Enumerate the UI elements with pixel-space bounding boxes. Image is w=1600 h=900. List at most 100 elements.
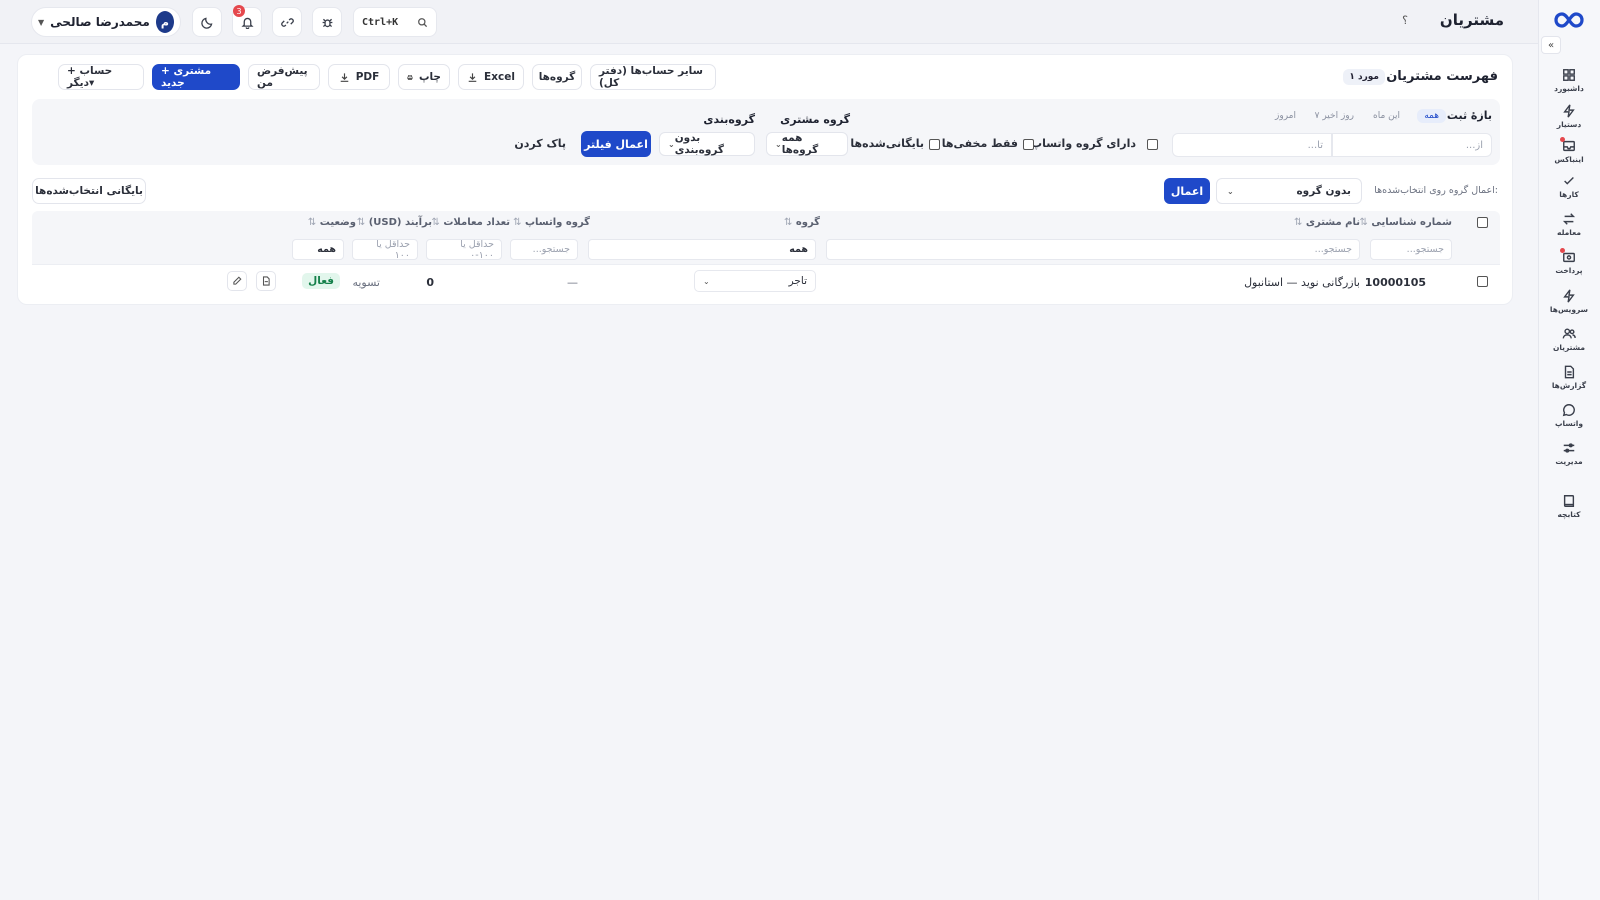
other-account-dropdown[interactable]: + حساب دیگر▾	[58, 64, 144, 90]
debug-button[interactable]	[312, 7, 342, 37]
filter-balance-input[interactable]: حداقل یا ۱۰۰	[352, 239, 418, 261]
users-icon	[1562, 327, 1576, 338]
col-status[interactable]: ⇅ وضعیت	[306, 217, 356, 228]
link-button[interactable]	[272, 7, 302, 37]
row-document-button[interactable]	[256, 271, 276, 291]
other-accounts-button[interactable]: سایر حساب‌ها (دفتر کل)	[590, 64, 716, 90]
topbar: مشتریان ؟ م محمدرضا صالحی ▼ 3 Ctrl+K	[0, 0, 1538, 44]
col-balance[interactable]: ⇅ (USD) برآیند	[355, 217, 432, 228]
other-accounts-label: سایر حساب‌ها (دفتر کل)	[599, 65, 703, 89]
filter-id-input[interactable]: جستجو...	[1370, 239, 1452, 260]
bulk-group-select[interactable]: بدون گروه ⌄	[1216, 178, 1362, 204]
count-badge: ۱ مورد	[1343, 69, 1385, 85]
cell-group-select[interactable]: تاجر ⌄	[694, 270, 816, 292]
archived-checkbox[interactable]	[929, 139, 940, 150]
sidebar-item-management[interactable]: مدیریت	[1538, 436, 1600, 470]
col-status-label: وضعیت	[319, 217, 356, 228]
col-whatsapp[interactable]: ⇅ گروه واتساپ	[511, 217, 590, 228]
sidebar-item-reports[interactable]: گزارش‌ها	[1538, 360, 1600, 394]
sidebar-item-inbox[interactable]: اینباکس	[1538, 134, 1600, 168]
sidebar-item-services[interactable]: سرویس‌ها	[1538, 284, 1600, 318]
range-today[interactable]: امروز	[1275, 111, 1296, 121]
chevron-down-icon: ⌄	[703, 276, 710, 286]
sidebar-item-tasks[interactable]: کارها	[1538, 169, 1600, 203]
filter-group-select[interactable]: همه	[588, 239, 816, 260]
has-whatsapp-checkbox[interactable]	[1147, 139, 1158, 150]
clear-filter-button[interactable]: پاک کردن	[514, 137, 566, 150]
status-badge: فعال	[302, 273, 340, 289]
collapse-icon: «	[1547, 39, 1555, 51]
apply-filter-button[interactable]: اعمال فیلتر	[581, 131, 651, 157]
sidebar-item-deal[interactable]: معامله	[1538, 207, 1600, 241]
bulk-group-value: بدون گروه	[1296, 185, 1351, 197]
unread-dot	[1560, 137, 1565, 142]
groups-button[interactable]: گروه‌ها	[532, 64, 582, 90]
row-checkbox[interactable]	[1477, 276, 1488, 287]
sidebar-item-label: دستیار	[1556, 119, 1582, 129]
user-name: محمدرضا صالحی	[50, 15, 150, 29]
user-menu[interactable]: م محمدرضا صالحی ▼	[31, 7, 181, 37]
sidebar-item-label: گزارش‌ها	[1551, 380, 1587, 390]
customer-group-select[interactable]: همه گروه‌ها ⌄	[766, 132, 848, 156]
col-group-label: گروه	[795, 217, 820, 228]
sort-icon: ⇅	[783, 217, 793, 228]
chevron-down-icon: ⌄	[775, 139, 782, 149]
sidebar-collapse-button[interactable]: «	[1541, 36, 1561, 54]
sidebar-item-label: کارها	[1559, 189, 1579, 199]
link-icon	[280, 17, 294, 27]
pencil-icon	[233, 276, 242, 285]
col-whatsapp-label: گروه واتساپ	[524, 217, 590, 228]
select-all-checkbox[interactable]	[1477, 217, 1488, 228]
unread-dot	[1560, 248, 1565, 253]
col-name[interactable]: ⇅ نام مشتری	[1292, 217, 1360, 228]
date-to-input[interactable]: تا...	[1172, 133, 1332, 157]
archive-selected-button[interactable]: بایگانی انتخاب‌شده‌ها	[32, 178, 146, 204]
chevron-down-icon: ⌄	[668, 139, 675, 149]
sidebar-item-whatsapp[interactable]: واتساپ	[1538, 398, 1600, 432]
col-group[interactable]: ⇅ گروه	[782, 217, 820, 228]
range-this-month[interactable]: این ماه	[1373, 111, 1400, 121]
sidebar-item-dashboard[interactable]: داشبورد	[1538, 63, 1600, 97]
filter-whatsapp-input[interactable]: جستجو...	[510, 239, 578, 260]
my-default-button[interactable]: پیش‌فرض من	[248, 64, 320, 90]
col-id-label: شماره شناسایی	[1371, 217, 1452, 228]
export-excel-button[interactable]: Excel	[458, 64, 524, 90]
command-search-button[interactable]: Ctrl+K	[353, 7, 437, 37]
cell-deals: 0	[426, 276, 434, 289]
export-pdf-button[interactable]: PDF	[328, 64, 390, 90]
sidebar-item-customers[interactable]: مشتریان	[1538, 322, 1600, 356]
range-last-7-days[interactable]: ۷ روز اخیر	[1315, 111, 1354, 121]
col-deals[interactable]: ⇅ تعداد معاملات	[429, 217, 510, 228]
filter-name-input[interactable]: جستجو...	[826, 239, 1360, 260]
grouping-label: گروه‌بندی	[703, 113, 755, 126]
filter-status-select[interactable]: همه	[292, 239, 344, 260]
sidebar-item-label: معامله	[1557, 227, 1581, 237]
only-hidden-label: فقط مخفی‌ها	[941, 137, 1018, 150]
sidebar-item-label: پرداخت	[1555, 265, 1583, 275]
sidebar-item-assistant[interactable]: دستیار	[1538, 99, 1600, 133]
filter-deals-input[interactable]: حداقل یا ۱۰۰-۰	[426, 239, 502, 261]
notifications-button[interactable]: 3	[232, 5, 262, 37]
print-button[interactable]: چاپ	[398, 64, 450, 90]
only-hidden-checkbox[interactable]	[1023, 139, 1034, 150]
sidebar-item-handbook[interactable]: کتابچه	[1538, 489, 1600, 523]
report-icon	[1564, 365, 1575, 378]
chat-icon	[1562, 403, 1575, 416]
grouping-select[interactable]: بدون گروه‌بندی ⌄	[659, 132, 755, 156]
help-icon[interactable]: ؟	[1402, 14, 1408, 27]
cell-name[interactable]: بازرگانی نوید — استانبول	[1244, 276, 1360, 289]
bulk-apply-button[interactable]: اعمال	[1164, 178, 1210, 204]
date-from-input[interactable]: از...	[1332, 133, 1492, 157]
cell-balance: تسویه	[352, 276, 380, 289]
sidebar-item-payment[interactable]: پرداخت	[1538, 245, 1600, 279]
theme-toggle-button[interactable]	[192, 7, 222, 37]
range-all[interactable]: همه	[1417, 109, 1446, 123]
sidebar-item-label: اینباکس	[1554, 154, 1584, 164]
app-logo-icon[interactable]	[1552, 8, 1586, 32]
table-row[interactable]: 10000105 بازرگانی نوید — استانبول تاجر ⌄…	[32, 265, 1500, 299]
col-id[interactable]: ⇅ شماره شناسایی	[1358, 217, 1452, 228]
row-edit-button[interactable]	[227, 271, 247, 291]
shortcut-hint: Ctrl+K	[362, 16, 399, 28]
new-customer-button[interactable]: + مشتری جدید	[152, 64, 240, 90]
cell-group-value: تاجر	[788, 275, 807, 287]
